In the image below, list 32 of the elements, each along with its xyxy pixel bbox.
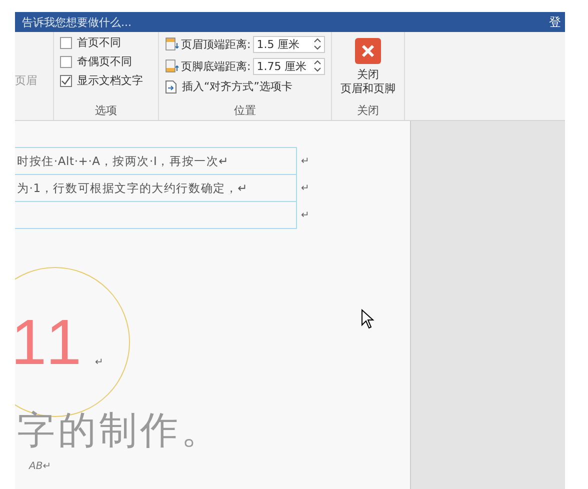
paragraph-mark: ↵: [301, 183, 310, 194]
paragraph-mark: ↵: [95, 357, 104, 368]
header-position-icon: [165, 37, 179, 51]
close-icon: [355, 38, 381, 64]
field-label: 页眉顶端距离:: [181, 36, 251, 52]
group-title: 位置: [234, 103, 256, 118]
table-cell: 时按住·Alt·+·A，按两次·I，再按一次↵: [15, 147, 297, 175]
spin-field[interactable]: 1.5 厘米: [252, 36, 325, 52]
ribbon-label: 页眉: [15, 72, 37, 88]
group-title: 关闭: [357, 103, 379, 118]
document-arrow-icon: [165, 80, 177, 94]
sign-in-link[interactable]: 登: [549, 14, 561, 30]
small-text: AB↵: [29, 461, 52, 472]
footer-position-icon: [165, 59, 179, 73]
spin-arrows-icon[interactable]: [314, 60, 321, 72]
insert-tab-link[interactable]: 插入“对齐方式”选项卡: [165, 79, 325, 94]
option-checkbox[interactable]: 首页不同: [60, 35, 152, 50]
mouse-pointer-icon: [361, 309, 375, 329]
spin-arrows-icon[interactable]: [314, 38, 321, 50]
checkmark-icon: [61, 76, 71, 86]
spin-field[interactable]: 1.75 厘米: [252, 58, 325, 74]
paragraph-mark: ↵: [301, 156, 310, 167]
badge-number: 11: [15, 305, 86, 379]
option-checkbox[interactable]: 显示文档文字: [60, 73, 152, 88]
tell-me-search[interactable]: 告诉我您想要做什么...: [22, 14, 132, 30]
table-cell: 为·1，行数可根据文字的大约行数确定，↵: [15, 174, 297, 202]
paragraph-mark: ↵: [301, 210, 310, 221]
field-label: 页脚底端距离:: [181, 58, 251, 74]
heading-text: 字的制作。: [17, 407, 222, 454]
close-header-footer-button[interactable]: 关闭 页眉和页脚: [340, 35, 396, 103]
option-checkbox[interactable]: 奇偶页不同: [60, 54, 152, 69]
group-title: 选项: [95, 103, 117, 118]
